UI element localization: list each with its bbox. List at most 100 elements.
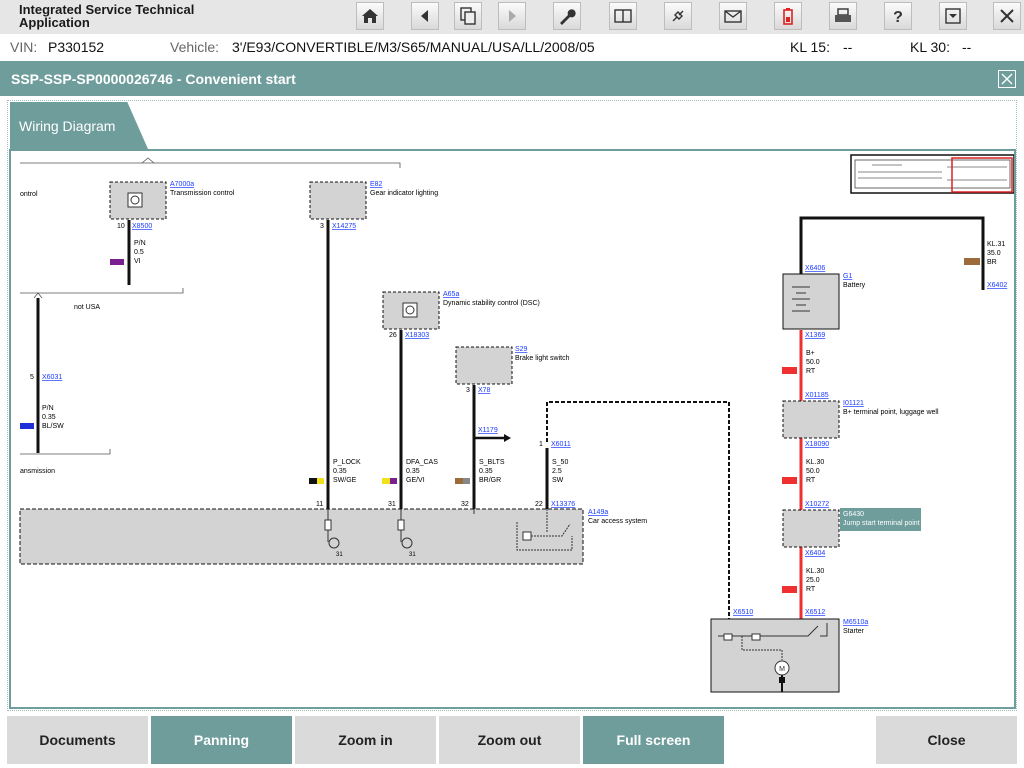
ref-x1369[interactable]: X1369 (805, 332, 825, 339)
compare-button[interactable] (609, 2, 637, 30)
documents-button[interactable]: Documents (7, 716, 148, 764)
component-starter[interactable]: M (710, 618, 840, 693)
copy-pages-icon (460, 7, 476, 25)
kl30-value: -- (962, 39, 972, 55)
ref-x6011[interactable]: X6011 (551, 441, 571, 448)
ref-x6406[interactable]: X6406 (805, 265, 825, 272)
component-brake-light-switch[interactable] (455, 346, 513, 385)
document-header: SSP-SSP-SP0000026746 - Convenient start (0, 61, 1024, 96)
wire-bplus: B+ (806, 350, 815, 357)
wire-kl30a: KL.30 (806, 459, 824, 466)
component-gear-indicator-lighting[interactable] (309, 181, 367, 220)
ref-x6510[interactable]: X6510 (733, 609, 753, 616)
label-ontrol: ontrol (20, 191, 38, 198)
close-app-button[interactable] (993, 2, 1021, 30)
battery-button[interactable] (774, 2, 802, 30)
ref-x6404[interactable]: X6404 (805, 550, 825, 557)
download-icon (945, 8, 961, 24)
pin-31: 31 (388, 501, 396, 508)
zoom-out-button[interactable]: Zoom out (439, 716, 580, 764)
help-icon: ? (893, 9, 903, 26)
component-dsc[interactable] (382, 291, 440, 330)
compare-icon (614, 9, 632, 23)
back-button[interactable] (411, 2, 439, 30)
wire-500: 50.0 (806, 359, 820, 366)
ref-x01185[interactable]: X01185 (805, 392, 829, 399)
tab-wiring-diagram[interactable]: Wiring Diagram (10, 102, 148, 149)
svg-text:?: ? (893, 9, 903, 26)
wire-rt1: RT (806, 368, 816, 375)
mail-icon (724, 10, 742, 23)
app-title: Integrated Service Technical Application (19, 3, 219, 29)
pin-5: 5 (30, 374, 34, 381)
back-icon (421, 10, 428, 22)
full-screen-button[interactable]: Full screen (583, 716, 724, 764)
ref-x10272[interactable]: X10272 (805, 501, 829, 508)
wire-dfacas-035: 0.35 (406, 468, 420, 475)
wire-plock-035: 0.35 (333, 468, 347, 475)
component-car-access-system[interactable] (19, 508, 584, 565)
ref-g6430[interactable]: G6430 (843, 511, 864, 518)
wire-sblts: S_BLTS (479, 459, 505, 466)
ref-m6510a[interactable]: M6510a (843, 619, 868, 626)
component-jump-start-point[interactable] (782, 509, 840, 548)
ground-31b: 31 (409, 552, 416, 558)
label-dsc: Dynamic stability control (DSC) (443, 300, 540, 307)
ref-s29[interactable]: S29 (515, 346, 528, 353)
ref-i01121[interactable]: I01121 (843, 400, 864, 407)
help-button[interactable]: ? (884, 2, 912, 30)
connection-button[interactable] (664, 2, 692, 30)
svg-text:M: M (779, 666, 785, 673)
kl15-value: -- (843, 39, 853, 55)
ref-x18090[interactable]: X18090 (805, 441, 829, 448)
forward-button[interactable] (498, 2, 526, 30)
component-bplus-terminal[interactable] (782, 400, 840, 439)
ref-a149a[interactable]: A149a (588, 509, 608, 516)
app-title-line2: Application (19, 15, 90, 30)
close-button[interactable]: Close (876, 716, 1017, 764)
label-car-access: Car access system (588, 518, 647, 525)
vehicle-value: 3'/E93/CONVERTIBLE/M3/S65/MANUAL/USA/LL/… (232, 39, 595, 55)
ref-a7000a[interactable]: A7000a (170, 181, 194, 188)
pin-3: 3 (320, 223, 324, 230)
ref-x13376[interactable]: X13376 (551, 501, 575, 508)
component-transmission-control[interactable] (109, 181, 167, 220)
pin-32: 32 (461, 501, 469, 508)
label-bplus-terminal: B+ terminal point, luggage well (843, 409, 939, 416)
diagram-minimap[interactable] (850, 154, 1014, 194)
ref-x14275[interactable]: X14275 (332, 223, 356, 230)
download-button[interactable] (939, 2, 967, 30)
home-button[interactable] (356, 2, 384, 30)
wire-brgr: BR/GR (479, 477, 501, 484)
close-icon (1000, 9, 1014, 23)
wiring-diagram-viewer[interactable]: ontrol ansmission A7000a Transmission co… (9, 149, 1016, 709)
ref-x78[interactable]: X78 (478, 387, 491, 394)
ref-x8500[interactable]: X8500 (132, 223, 152, 230)
copy-pages-button[interactable] (454, 2, 482, 30)
wiring-diagram[interactable]: ontrol ansmission A7000a Transmission co… (11, 151, 1016, 709)
service-functions-button[interactable] (553, 2, 581, 30)
wire-vi: VI (134, 258, 141, 265)
print-button[interactable] (829, 2, 857, 30)
document-close-button[interactable] (998, 70, 1016, 88)
ref-x6512[interactable]: X6512 (805, 609, 825, 616)
vehicle-info-bar: VIN: P330152 Vehicle: 3'/E93/CONVERTIBLE… (0, 34, 1024, 60)
ref-e82[interactable]: E82 (370, 181, 383, 188)
ref-x6402[interactable]: X6402 (987, 282, 1007, 289)
ref-g1[interactable]: G1 (843, 273, 852, 280)
wrench-icon (560, 9, 576, 25)
pin-1: 1 (539, 441, 543, 448)
ground-31a: 31 (336, 552, 343, 558)
wire-sw: SW (552, 477, 564, 484)
ref-x18303[interactable]: X18303 (405, 332, 429, 339)
panning-button[interactable]: Panning (151, 716, 292, 764)
mail-button[interactable] (719, 2, 747, 30)
plug-icon (672, 10, 684, 22)
zoom-in-button[interactable]: Zoom in (295, 716, 436, 764)
label-gear-indicator: Gear indicator lighting (370, 190, 438, 197)
vin-value: P330152 (48, 39, 105, 55)
ref-x6031[interactable]: X6031 (42, 374, 62, 381)
ref-x1179[interactable]: X1179 (478, 427, 498, 434)
component-battery[interactable] (782, 273, 840, 330)
ref-a65a[interactable]: A65a (443, 291, 459, 298)
